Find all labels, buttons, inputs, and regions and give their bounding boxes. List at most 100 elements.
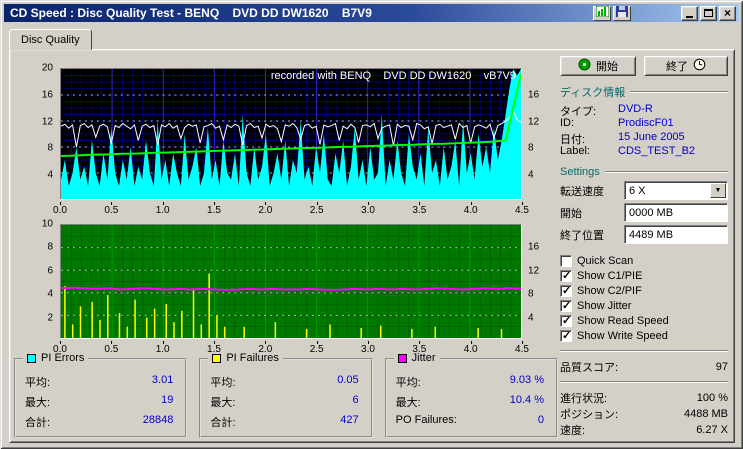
stat-label: 平均: <box>210 377 236 389</box>
tick-label: 6 <box>47 265 53 277</box>
checkbox-label: Show Jitter <box>577 299 632 312</box>
settings-title: Settings <box>560 166 600 178</box>
disc-info-title: ディスク情報 <box>560 87 626 99</box>
tick-label: 16 <box>528 241 540 253</box>
tick-label: 1.0 <box>155 202 170 216</box>
quality-score-value: 97 <box>715 360 728 373</box>
checkbox-label: Show Write Speed <box>577 329 668 342</box>
app-window: CD Speed : Disc Quality Test - BENQ DVD … <box>0 0 743 449</box>
stat-label: 合計: <box>25 417 51 429</box>
checkbox-label: Show Read Speed <box>577 314 669 327</box>
tick-label: 4 <box>47 288 53 300</box>
start-position-value: 0000 MB <box>629 206 674 219</box>
disc-quality-page: 20 16 12 8 4 recorded with BENQ DVD DD DW162… <box>9 49 735 443</box>
tick-label: 0.5 <box>104 202 119 216</box>
speed-stat-label: 速度: <box>560 424 586 437</box>
tick-label: 8 <box>47 142 53 154</box>
failures-chart-plot <box>60 224 522 339</box>
tick-label: 2.5 <box>309 341 324 355</box>
pi-failures-average: 0.05 <box>337 374 359 386</box>
id-label: ID: <box>560 117 575 129</box>
show-write-speed-checkbox[interactable]: Show Write Speed <box>560 328 728 343</box>
tick-label: 4.0 <box>463 202 478 216</box>
divider <box>630 91 728 93</box>
speed-select-value: 6 X <box>629 184 646 197</box>
separator <box>560 381 728 383</box>
speed-stat-value: 6.27 X <box>696 423 728 436</box>
quality-chart-x-axis: 0.0 0.5 1.0 1.5 2.0 2.5 3.0 3.5 4.0 4.5 <box>53 202 529 216</box>
failures-chart: 10 8 6 4 2 16 12 8 4 0.0 0.5 1.0 1.5 2.0 2.5 3.0 3.5 4.… <box>12 216 556 358</box>
graph-icon-button[interactable] <box>593 4 611 22</box>
show-c2-pif-checkbox[interactable]: Show C2/PIF <box>560 283 728 298</box>
pi-failures-title: PI Failures <box>226 352 279 364</box>
stats-row: PI Errors 平均: 3.01 最大: 19 合計: 28848 PI Fail… <box>14 352 558 438</box>
stat-label: 最大: <box>210 397 236 409</box>
quick-scan-checkbox[interactable]: Quick Scan <box>560 253 728 268</box>
id-value: ProdiscF01 <box>618 117 674 129</box>
maximize-button[interactable] <box>700 5 717 21</box>
checkbox-label: Show C2/PIF <box>577 284 642 297</box>
progress-row: 進行状況: 100 % <box>560 390 728 405</box>
start-position-input[interactable]: 0000 MB <box>624 203 728 222</box>
tick-label: 4 <box>47 169 53 181</box>
show-jitter-checkbox[interactable]: Show Jitter <box>560 298 728 313</box>
quality-chart-y-axis-left: 20 16 12 8 4 <box>12 63 56 202</box>
checkbox-label: Show C1/PIE <box>577 269 643 282</box>
tick-label: 1.0 <box>155 341 170 355</box>
tick-label: 2.0 <box>258 202 273 216</box>
date-label: 日付: <box>560 134 586 146</box>
tick-label: 2 <box>47 312 53 324</box>
save-icon-button[interactable] <box>613 5 631 21</box>
exit-button-label: 終了 <box>666 61 688 73</box>
checkbox-box <box>560 254 572 267</box>
jitter-box: Jitter 平均: 9.03 % 最大: 10.4 % PO Failures: 0 <box>384 352 558 438</box>
stat-label: 最大: <box>25 397 51 409</box>
end-position-value: 4489 MB <box>629 228 674 241</box>
stat-label: 平均: <box>395 377 421 389</box>
po-failures-value: 0 <box>537 414 544 426</box>
chevron-down-icon[interactable]: ▼ <box>710 183 726 198</box>
date-value: 15 June 2005 <box>618 131 685 143</box>
pi-errors-max: 19 <box>161 394 174 406</box>
tick-label: 16 <box>41 89 53 101</box>
end-position-input[interactable]: 4489 MB <box>624 225 728 244</box>
exit-button[interactable]: 終了 <box>644 56 728 76</box>
pi-errors-box: PI Errors 平均: 3.01 最大: 19 合計: 28848 <box>14 352 188 438</box>
pi-errors-title: PI Errors <box>41 352 85 364</box>
position-value: 4488 MB <box>683 407 728 420</box>
tick-label: 12 <box>528 265 540 277</box>
tick-label: 4.5 <box>515 202 529 216</box>
show-c1-pie-checkbox[interactable]: Show C1/PIE <box>560 268 728 283</box>
pi-errors-total: 28848 <box>142 414 174 426</box>
failures-chart-y-axis-right: 16 12 8 4 <box>525 224 547 341</box>
speed-select[interactable]: 6 X ▼ <box>624 181 728 200</box>
stat-label: 最大: <box>395 397 421 409</box>
tick-label: 20 <box>41 62 53 74</box>
show-read-speed-checkbox[interactable]: Show Read Speed <box>560 313 728 328</box>
label-value: CDS_TEST_B2 <box>618 145 696 157</box>
graph-icon <box>595 4 609 22</box>
start-button[interactable]: 開始 <box>560 56 636 76</box>
tick-label: 4.5 <box>515 341 529 355</box>
checkbox-box <box>560 269 572 282</box>
tick-label: 3.0 <box>361 202 375 216</box>
jitter-average: 9.03 % <box>509 374 544 386</box>
pi-errors-average: 3.01 <box>151 374 174 386</box>
close-button[interactable]: × <box>719 5 736 21</box>
tick-label: 10 <box>41 218 53 230</box>
pi-errors-swatch <box>27 353 36 363</box>
tab-disc-quality[interactable]: Disc Quality <box>9 29 92 50</box>
separator <box>560 350 728 352</box>
tick-label: 3.0 <box>361 341 375 355</box>
checkbox-box <box>560 314 572 327</box>
tick-label: 8 <box>47 241 53 253</box>
checkbox-box <box>560 329 572 342</box>
checkbox-label: Quick Scan <box>577 254 634 267</box>
minimize-button[interactable] <box>681 5 698 21</box>
settings-header: Settings <box>560 166 728 178</box>
tick-label: 4 <box>528 169 534 181</box>
disc-info-header: ディスク情報 <box>560 84 728 100</box>
label-label: Label: <box>560 145 590 157</box>
speed-label: 転送速度 <box>560 185 604 198</box>
pi-failures-total: 427 <box>340 414 359 426</box>
